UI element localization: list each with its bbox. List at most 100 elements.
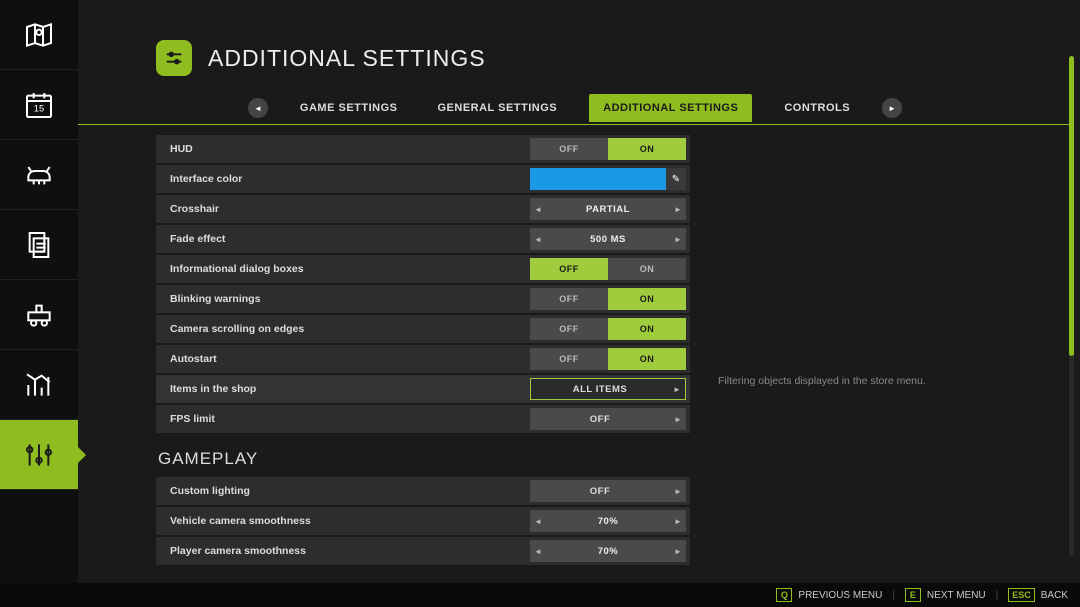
footer-back-label[interactable]: BACK (1041, 590, 1068, 601)
setting-row-autostart: Autostart OFF ON (156, 345, 690, 373)
section-title-gameplay: GAMEPLAY (156, 435, 690, 477)
sidebar-item-settings[interactable] (0, 420, 78, 490)
documents-icon (23, 229, 55, 261)
setting-row-hud: HUD OFF ON (156, 135, 690, 163)
toggle-off[interactable]: OFF (530, 288, 608, 310)
tab-game-settings[interactable]: GAME SETTINGS (292, 94, 406, 122)
sidebar-item-stats[interactable] (0, 350, 78, 420)
cow-icon (23, 159, 55, 191)
tabs: ◄ GAME SETTINGS GENERAL SETTINGS ADDITIO… (78, 94, 1072, 125)
info-dialogs-toggle[interactable]: OFF ON (530, 258, 686, 280)
setting-label: Informational dialog boxes (156, 263, 456, 275)
toggle-off[interactable]: OFF (530, 138, 608, 160)
setting-label: FPS limit (156, 413, 456, 425)
autostart-toggle[interactable]: OFF ON (530, 348, 686, 370)
hud-toggle[interactable]: OFF ON (530, 138, 686, 160)
dropdown-value: ALL ITEMS (531, 384, 669, 395)
sidebar: 15 (0, 0, 78, 607)
setting-row-vehicle-cam-smooth: Vehicle camera smoothness ◄ 70% ► (156, 507, 690, 535)
toggle-on[interactable]: ON (608, 258, 686, 280)
sliders-icon (163, 47, 185, 69)
blinking-warnings-toggle[interactable]: OFF ON (530, 288, 686, 310)
vehicle-cam-selector[interactable]: ◄ 70% ► (530, 510, 686, 532)
chevron-right-icon[interactable]: ► (670, 510, 686, 532)
chevron-right-icon[interactable]: ► (670, 540, 686, 562)
tab-additional-settings[interactable]: ADDITIONAL SETTINGS (589, 94, 752, 122)
stats-icon (23, 369, 55, 401)
toggle-off[interactable]: OFF (530, 258, 608, 280)
selector-value: PARTIAL (546, 198, 670, 220)
setting-row-custom-lighting: Custom lighting OFF ► (156, 477, 690, 505)
toggle-on[interactable]: ON (608, 138, 686, 160)
sidebar-item-animals[interactable] (0, 140, 78, 210)
eyedropper-icon[interactable]: ✎ (666, 168, 686, 190)
setting-row-items-in-shop: Items in the shop ALL ITEMS ► (156, 375, 690, 403)
setting-row-player-cam-smooth: Player camera smoothness ◄ 70% ► (156, 537, 690, 565)
setting-label: Camera scrolling on edges (156, 323, 456, 335)
selector-value: 70% (546, 540, 670, 562)
setting-label: Interface color (156, 173, 456, 185)
footer: Q PREVIOUS MENU | E NEXT MENU | ESC BACK (0, 583, 1080, 607)
setting-label: Fade effect (156, 233, 456, 245)
header: ADDITIONAL SETTINGS (78, 0, 1072, 94)
chevron-left-icon[interactable]: ◄ (530, 228, 546, 250)
settings-list: HUD OFF ON Interface color ✎ Crosshair ◄… (156, 135, 690, 567)
sidebar-item-machinery[interactable] (0, 280, 78, 350)
chevron-right-icon[interactable]: ► (670, 228, 686, 250)
toggle-on[interactable]: ON (608, 318, 686, 340)
chevron-right-icon[interactable]: ► (670, 198, 686, 220)
chevron-right-icon[interactable]: ► (670, 487, 686, 496)
items-in-shop-dropdown[interactable]: ALL ITEMS ► (530, 378, 686, 400)
player-cam-selector[interactable]: ◄ 70% ► (530, 540, 686, 562)
sidebar-item-map[interactable] (0, 0, 78, 70)
setting-row-crosshair: Crosshair ◄ PARTIAL ► (156, 195, 690, 223)
sidebar-item-calendar[interactable]: 15 (0, 70, 78, 140)
footer-next-label[interactable]: NEXT MENU (927, 590, 986, 601)
toggle-off[interactable]: OFF (530, 318, 608, 340)
tabs-next-arrow[interactable]: ► (882, 98, 902, 118)
setting-label: HUD (156, 143, 456, 155)
sliders-icon (23, 439, 55, 471)
interface-color-control[interactable]: ✎ (530, 168, 686, 190)
setting-label: Custom lighting (156, 485, 456, 497)
color-swatch[interactable] (530, 168, 666, 190)
setting-row-info-dialogs: Informational dialog boxes OFF ON (156, 255, 690, 283)
dropdown-value: OFF (530, 486, 670, 497)
chevron-right-icon[interactable]: ► (669, 385, 685, 394)
sidebar-item-documents[interactable] (0, 210, 78, 280)
toggle-on[interactable]: ON (608, 288, 686, 310)
setting-label: Crosshair (156, 203, 456, 215)
setting-row-fps-limit: FPS limit OFF ► (156, 405, 690, 433)
header-icon-badge (156, 40, 192, 76)
selector-value: 500 MS (546, 228, 670, 250)
footer-prev-label[interactable]: PREVIOUS MENU (798, 590, 882, 601)
tab-general-settings[interactable]: GENERAL SETTINGS (429, 94, 565, 122)
setting-row-fade-effect: Fade effect ◄ 500 MS ► (156, 225, 690, 253)
camera-scroll-toggle[interactable]: OFF ON (530, 318, 686, 340)
tab-controls[interactable]: CONTROLS (776, 94, 858, 122)
key-e: E (905, 588, 921, 602)
machinery-icon (23, 299, 55, 331)
crosshair-selector[interactable]: ◄ PARTIAL ► (530, 198, 686, 220)
setting-label: Player camera smoothness (156, 545, 456, 557)
map-icon (23, 19, 55, 51)
fade-selector[interactable]: ◄ 500 MS ► (530, 228, 686, 250)
tabs-prev-arrow[interactable]: ◄ (248, 98, 268, 118)
toggle-off[interactable]: OFF (530, 348, 608, 370)
svg-text:15: 15 (34, 103, 44, 113)
setting-label: Items in the shop (156, 383, 456, 395)
chevron-left-icon[interactable]: ◄ (530, 198, 546, 220)
main-panel: ADDITIONAL SETTINGS ◄ GAME SETTINGS GENE… (78, 0, 1072, 580)
description-panel: Filtering objects displayed in the store… (690, 135, 1072, 567)
toggle-on[interactable]: ON (608, 348, 686, 370)
key-esc: ESC (1008, 588, 1035, 602)
chevron-right-icon[interactable]: ► (670, 415, 686, 424)
custom-lighting-dropdown[interactable]: OFF ► (530, 480, 686, 502)
chevron-left-icon[interactable]: ◄ (530, 510, 546, 532)
setting-row-blinking-warnings: Blinking warnings OFF ON (156, 285, 690, 313)
scrollbar-thumb[interactable] (1069, 56, 1074, 356)
fps-limit-dropdown[interactable]: OFF ► (530, 408, 686, 430)
page-title: ADDITIONAL SETTINGS (208, 45, 486, 72)
scrollbar[interactable] (1069, 56, 1074, 556)
chevron-left-icon[interactable]: ◄ (530, 540, 546, 562)
